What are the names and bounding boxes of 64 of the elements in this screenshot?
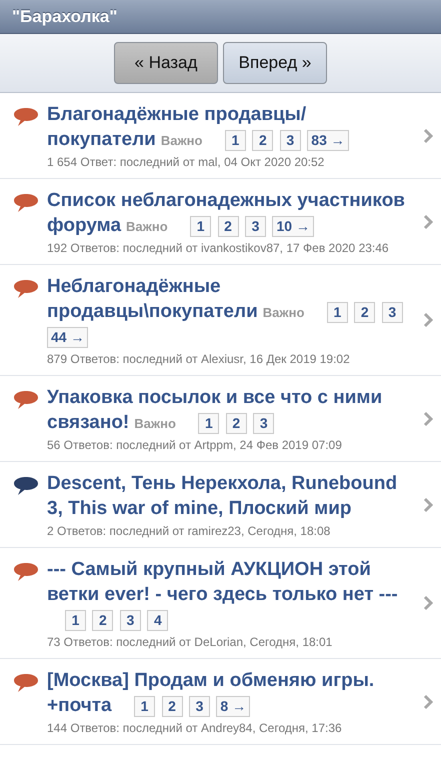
topic-row[interactable]: Descent, Тень Нерекхола, Runebound 3, This war of mine, Плоский мир 2 Ответов: последний от ramirez23, Сегодня, 18:08 [0,462,441,548]
page-link[interactable]: 3 [245,216,266,238]
page-link[interactable]: 3 [253,413,274,434]
topic-title[interactable]: Descent, Тень Нерекхола, Runebound [47,471,417,496]
chevron-right-icon [423,694,433,710]
page-link[interactable]: 3 [280,130,301,152]
page-link[interactable]: 2 [226,413,247,434]
topic-meta: 2 Ответов: последний от ramirez23, Сегодня, 18:08 [47,524,332,538]
chevron-right-icon [423,410,433,426]
page-link[interactable]: 1 [326,302,348,324]
topic-title[interactable]: связано! [47,412,130,433]
topic-title[interactable]: Список неблагонадежных участников [47,188,417,213]
sticky-label: Важно [160,133,202,148]
sticky-label: Важно [126,219,168,234]
topic-title[interactable]: +почта [47,695,112,716]
page-link[interactable]: 2 [354,302,376,324]
topic-meta: 879 Ответов: последний от Alexiusr, 16 Дек 2019 19:02 [47,352,351,366]
topic-row[interactable]: Упаковка посылок и все что с ними связано! Важно 1 2 3 56 Ответов: последний от Artppm, 24 Фев 2019 07:09 [0,376,441,462]
page-link[interactable]: 3 [188,696,210,718]
topic-meta: 73 Ответов: последний от DeLorian, Сегодня, 18:01 [47,635,334,649]
page-link[interactable]: 3 [120,610,141,632]
page-link[interactable]: 4 [147,610,168,632]
topic-meta: 56 Ответов: последний от Artppm, 24 Фев 2019 07:09 [47,438,343,452]
topic-title[interactable]: форума [47,215,122,236]
chevron-right-icon [423,128,433,144]
topic-row[interactable]: Благонадёжные продавцы/ покупатели Важно 1 2 3 83 → 1 654 Ответ: последний от mal, 04 Окт 2020 20:52 [0,93,441,179]
chevron-right-icon [423,312,433,328]
topic-row[interactable]: Список неблагонадежных участников форума Важно 1 2 3 10 → 192 Ответов: последний от ivankostikov87, 17 Фев 2020 23:46 [0,179,441,265]
chevron-right-icon [423,595,433,611]
page-link[interactable]: 2 [92,610,114,632]
page-link[interactable]: 2 [252,130,274,152]
topic-row[interactable]: [Москва] Продам и обменяю игры. +почта 1 2 3 8 → 144 Ответов: последний от Andrey84, Сегодня, 17:36 [0,659,441,745]
page-link[interactable]: 1 [134,696,156,718]
topic-meta: 1 654 Ответ: последний от mal, 04 Окт 2020 20:52 [47,155,326,169]
sticky-label: Важно [262,305,304,320]
topic-title[interactable]: продавцы\покупатели [47,301,258,322]
topic-title[interactable]: покупатели [47,129,156,150]
topic-title[interactable]: [Москва] Продам и обменяю игры. [47,668,417,693]
topic-row[interactable]: Неблагонадёжные продавцы\покупатели Важно 1 2 3 44 → 879 Ответов: последний от Alexiusr, 16 Дек 2019 19:02 [0,265,441,376]
page-link[interactable]: 10 → [272,216,314,238]
page-title: "Барахолка" [12,6,118,26]
page-link[interactable]: 44 → [47,327,88,348]
page-link[interactable]: 1 [198,413,220,434]
page-link[interactable]: 1 [65,610,86,632]
topic-title[interactable]: 3, This war of mine, Плоский мир [47,498,352,519]
page-link[interactable]: 2 [162,696,183,718]
page-link[interactable]: 83 → [307,130,349,152]
page-link[interactable]: 3 [382,302,403,324]
forward-button[interactable]: Вперед » [223,42,327,84]
topic-title[interactable]: Неблагонадёжные [47,274,417,299]
page-link[interactable]: 1 [224,130,246,152]
topic-meta: 192 Ответов: последний от ivankostikov87, 17 Фев 2020 23:46 [47,241,390,255]
page-link[interactable]: 1 [190,216,212,238]
topic-meta: 144 Ответов: последний от Andrey84, Сегодня, 17:36 [47,721,343,735]
topic-title[interactable]: Упаковка посылок и все что с ними [47,385,417,410]
chevron-right-icon [423,496,433,512]
sticky-label: Важно [134,416,176,431]
topic-row[interactable]: --- Самый крупный АУКЦИОН этой ветки ever! - чего здесь только нет --- 1 2 3 4 73 Ответов: последний от DeLorian, Сегодня, 18:01 [0,548,441,659]
topic-title[interactable]: ветки ever! - чего здесь только нет --- [47,584,398,605]
chevron-right-icon [423,214,433,230]
topic-title[interactable]: --- Самый крупный АУКЦИОН этой [47,557,417,582]
topic-title[interactable]: Благонадёжные продавцы/ [47,102,417,127]
page-link[interactable]: 8 → [216,696,250,718]
page-link[interactable]: 2 [218,216,239,238]
